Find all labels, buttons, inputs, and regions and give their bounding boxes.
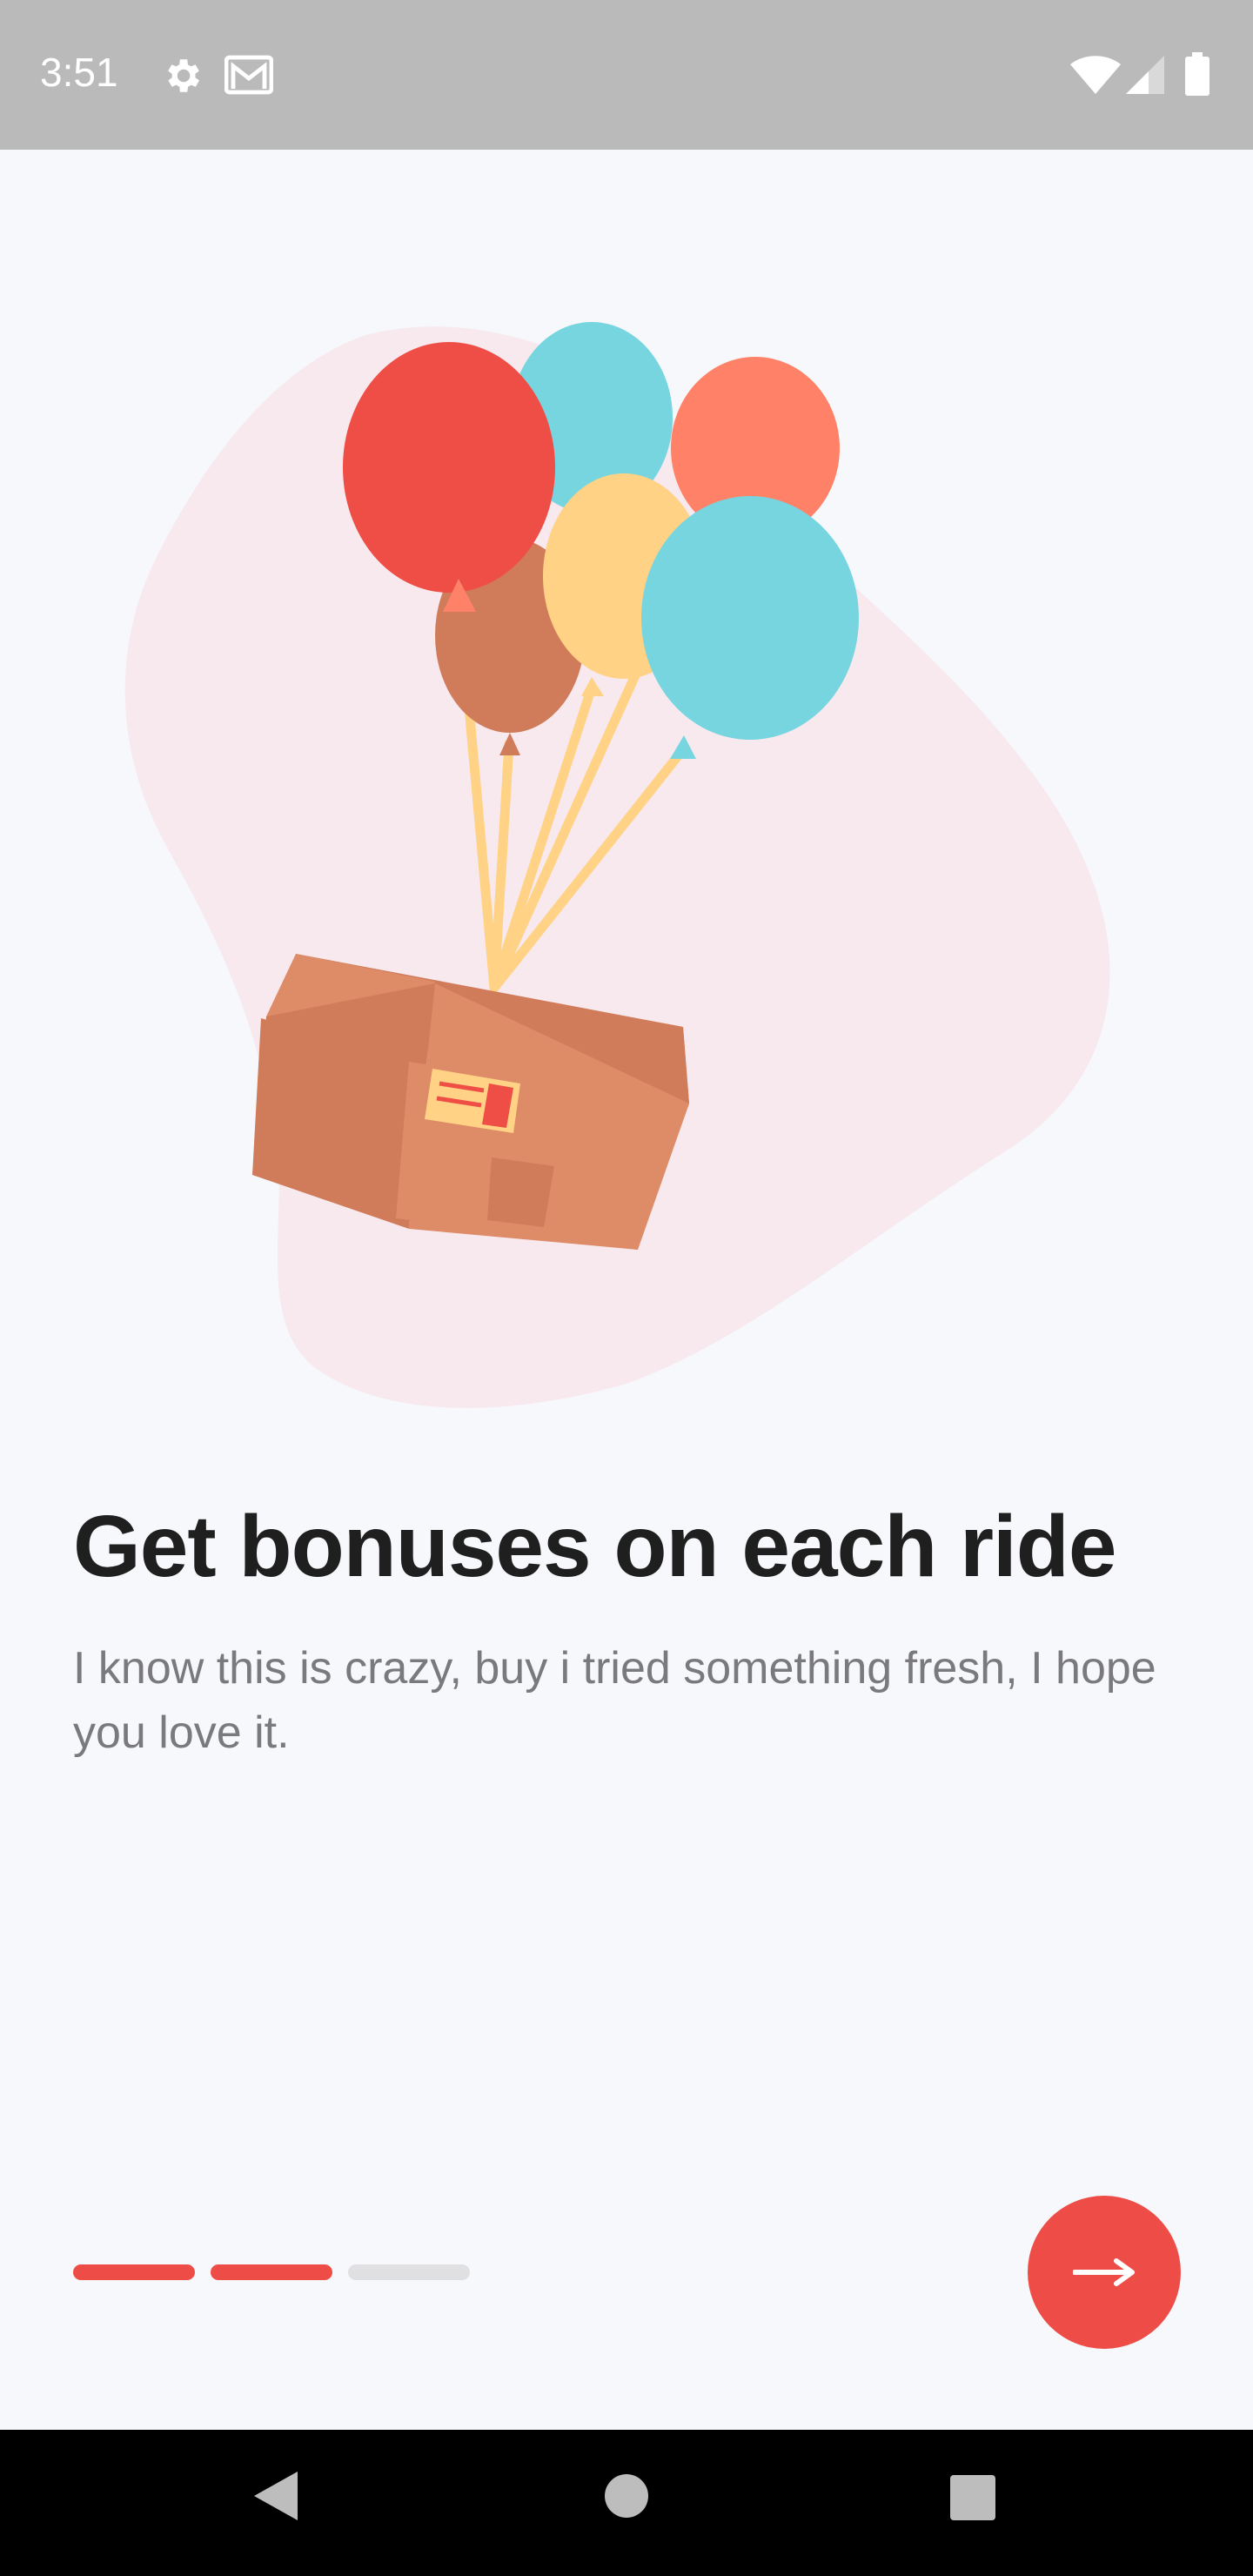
back-icon[interactable]	[252, 2470, 299, 2522]
wifi-icon	[1070, 56, 1121, 94]
balloons-box-illustration	[124, 322, 1110, 1408]
navigation-bar	[0, 2430, 1253, 2576]
arrow-right-icon	[1073, 2258, 1135, 2286]
page-indicator	[73, 2264, 470, 2280]
gmail-icon	[224, 55, 273, 95]
home-icon[interactable]	[604, 2473, 649, 2519]
next-button[interactable]	[1028, 2196, 1181, 2349]
status-bar: 3:51	[0, 0, 1253, 150]
onboarding-title: Get bonuses on each ride	[73, 1498, 1117, 1595]
signal-icon	[1126, 56, 1164, 94]
settings-icon	[168, 59, 199, 92]
onboarding-description: I know this is crazy, buy i tried someth…	[73, 1643, 1156, 1758]
page-indicator-3	[348, 2264, 470, 2280]
recents-icon[interactable]	[950, 2475, 995, 2520]
page-indicator-2	[211, 2264, 332, 2280]
status-time: 3:51	[40, 50, 118, 95]
page-indicator-1	[73, 2264, 195, 2280]
balloon-red	[343, 342, 555, 593]
balloon-teal-front	[641, 496, 859, 740]
battery-icon	[1185, 52, 1209, 96]
